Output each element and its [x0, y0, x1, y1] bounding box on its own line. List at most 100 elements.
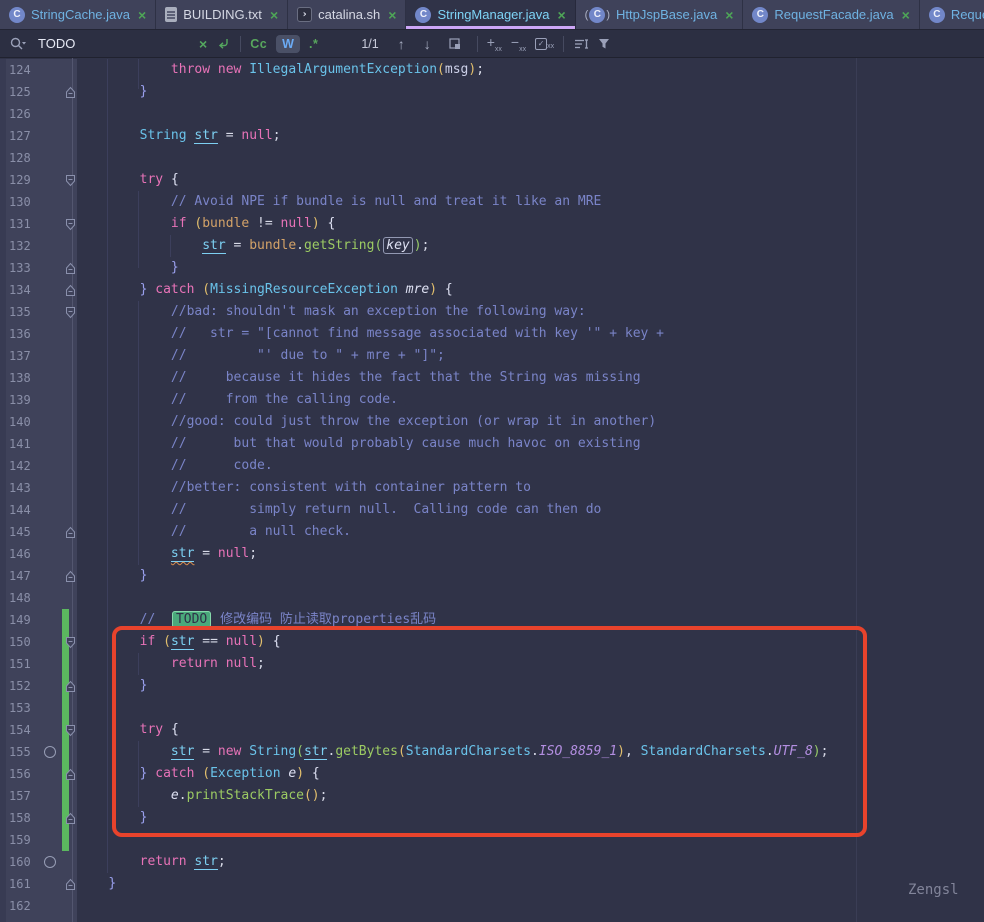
fold-end-icon[interactable] [65, 525, 76, 547]
line-number: 134 [9, 279, 31, 301]
next-match-button[interactable]: ↓ [424, 36, 431, 52]
line-number: 160 [9, 851, 31, 873]
code-line[interactable]: 148 [0, 587, 984, 609]
vcs-added-marker[interactable] [62, 609, 69, 631]
tab-close-icon[interactable]: × [388, 8, 396, 22]
gutter: 137 [0, 345, 77, 367]
regex-button[interactable]: .* [309, 37, 318, 51]
code-line[interactable]: 129 try { [0, 169, 984, 191]
tab-close-icon[interactable]: × [270, 8, 278, 22]
tab-requestfacade-java[interactable]: CRequestFacade.java× [743, 0, 919, 29]
gutter: 152 [0, 675, 77, 697]
search-input[interactable] [36, 35, 190, 52]
fold-end-icon[interactable] [65, 85, 76, 107]
code-text: // from the calling code. [77, 389, 398, 411]
fold-start-icon[interactable] [65, 305, 76, 327]
line-number: 147 [9, 565, 31, 587]
filter-icon[interactable] [598, 38, 610, 50]
code-line[interactable]: 144 // simply return null. Calling code … [0, 499, 984, 521]
fold-end-icon[interactable] [65, 877, 76, 899]
tab-stringmanager-java[interactable]: CStringManager.java× [406, 0, 575, 29]
fold-end-icon[interactable] [65, 569, 76, 591]
line-number: 144 [9, 499, 31, 521]
code-line[interactable]: 134 } catch (MissingResourceException mr… [0, 279, 984, 301]
code-line[interactable]: 140 //good: could just throw the excepti… [0, 411, 984, 433]
code-line[interactable]: 145 // a null check. [0, 521, 984, 543]
gutter: 128 [0, 147, 77, 169]
line-number: 129 [9, 169, 31, 191]
tab-close-icon[interactable]: × [138, 8, 146, 22]
code-line[interactable]: 132 str = bundle.getString(key); [0, 235, 984, 257]
gutter: 140 [0, 411, 77, 433]
line-number: 126 [9, 103, 31, 125]
gutter: 147 [0, 565, 77, 587]
words-button[interactable]: W [276, 35, 300, 53]
code-line[interactable]: 127 String str = null; [0, 125, 984, 147]
line-number: 146 [9, 543, 31, 565]
add-occurrence-button[interactable]: +xx [487, 34, 502, 53]
fold-start-icon[interactable] [65, 723, 76, 745]
class-icon: C [415, 7, 431, 23]
code-line[interactable]: 133 } [0, 257, 984, 279]
tab-close-icon[interactable]: × [902, 8, 910, 22]
gutter: 142 [0, 455, 77, 477]
select-all-occurrences-button[interactable] [448, 37, 462, 51]
code-line[interactable]: 147 } [0, 565, 984, 587]
indent-guide [138, 59, 139, 89]
code-line[interactable]: 124 throw new IllegalArgumentException(m… [0, 59, 984, 81]
code-line[interactable]: 138 // because it hides the fact that th… [0, 367, 984, 389]
tab-close-icon[interactable]: × [725, 8, 733, 22]
gutter: 127 [0, 125, 77, 147]
previous-match-button[interactable]: ↑ [398, 36, 405, 52]
fold-start-icon[interactable] [65, 173, 76, 195]
code-line[interactable]: 136 // str = "[cannot find message assoc… [0, 323, 984, 345]
tab-building-txt[interactable]: BUILDING.txt× [156, 0, 288, 29]
code-editor[interactable]: 124 throw new IllegalArgumentException(m… [0, 58, 984, 922]
fold-start-icon[interactable] [65, 217, 76, 239]
code-line[interactable]: 128 [0, 147, 984, 169]
line-number: 138 [9, 367, 31, 389]
match-case-button[interactable]: Cc [250, 37, 267, 51]
indent-guide [138, 301, 139, 565]
code-line[interactable]: 161 } [0, 873, 984, 895]
line-number: 152 [9, 675, 31, 697]
code-line[interactable]: 146 str = null; [0, 543, 984, 565]
fold-end-icon[interactable] [65, 261, 76, 283]
code-line[interactable]: 126 [0, 103, 984, 125]
code-line[interactable]: 137 // "' due to " + mre + "]"; [0, 345, 984, 367]
tab-httpjspbase-java[interactable]: (C)HttpJspBase.java× [576, 0, 744, 29]
code-line[interactable]: 143 //better: consistent with container … [0, 477, 984, 499]
remove-occurrence-button[interactable]: −xx [511, 34, 526, 53]
code-line[interactable]: 135 //bad: shouldn't mask an exception t… [0, 301, 984, 323]
gutter-circle-icon[interactable] [44, 856, 56, 868]
tab-catalina-sh[interactable]: ›catalina.sh× [288, 0, 406, 29]
line-number: 135 [9, 301, 31, 323]
code-line[interactable]: 139 // from the calling code. [0, 389, 984, 411]
fold-end-icon[interactable] [65, 679, 76, 701]
gutter: 158 [0, 807, 77, 829]
code-line[interactable]: 131 if (bundle != null) { [0, 213, 984, 235]
search-icon[interactable] [10, 37, 27, 51]
tab-request-java[interactable]: CRequest.java× [920, 0, 984, 29]
fold-start-icon[interactable] [65, 635, 76, 657]
tab-close-icon[interactable]: × [557, 8, 565, 22]
fold-end-icon[interactable] [65, 811, 76, 833]
code-line[interactable]: 125 } [0, 81, 984, 103]
gutter: 135 [0, 301, 77, 323]
gutter-circle-icon[interactable] [44, 746, 56, 758]
code-line[interactable]: 142 // code. [0, 455, 984, 477]
code-line[interactable]: 162 [0, 895, 984, 917]
tab-stringcache-java[interactable]: CStringCache.java× [0, 0, 156, 29]
code-line[interactable]: 141 // but that would probably cause muc… [0, 433, 984, 455]
filter-lines-icon[interactable] [573, 38, 589, 50]
fold-end-icon[interactable] [65, 283, 76, 305]
code-line[interactable]: 160 return str; [0, 851, 984, 873]
clear-search-icon[interactable]: × [199, 36, 207, 52]
fold-end-icon[interactable] [65, 767, 76, 789]
toggle-occurrences-button[interactable]: ✓xx [535, 38, 554, 50]
gutter: 125 [0, 81, 77, 103]
code-line[interactable]: 130 // Avoid NPE if bundle is null and t… [0, 191, 984, 213]
newline-icon[interactable] [216, 37, 231, 51]
code-text: //bad: shouldn't mask an exception the f… [77, 301, 586, 323]
code-text: //good: could just throw the exception (… [77, 411, 656, 433]
